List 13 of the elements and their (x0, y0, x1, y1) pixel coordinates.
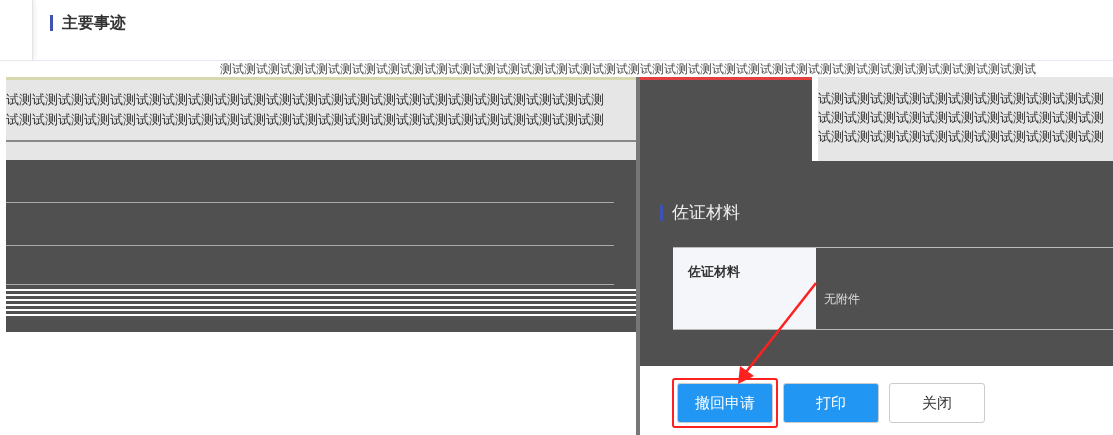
section-title: 主要事迹 (62, 12, 126, 34)
section-title: 佐证材料 (672, 201, 740, 224)
fact-text: 试测试测试测试测试测试测试测试测试测试测试测 (818, 128, 1105, 146)
action-button[interactable]: 撤回申请 (677, 383, 773, 423)
action-button[interactable]: 关闭 (889, 383, 985, 423)
fact-text: 试测试测试测试测试测试测试测试测试测试测试测 (818, 109, 1105, 127)
fact-text: 测试测试测试测试测试测试测试测试测试测试测试测试测试测试测试测试测试测试测试测试测试测试测试测试测试测试测试测试测试测试测试测试测试测试 (220, 61, 1036, 77)
fact-text: 试测试测试测试测试测试测试测试测试测试测试测 (818, 90, 1105, 108)
fact-text: 试测试测试测试测试测试测试测试测试测试测试测试测试测试测试测试测试测试测试测试测试测试测试测 (6, 91, 605, 109)
field-value: 无附件 (824, 292, 860, 306)
fact-text: 试测试测试测试测试测试测试测试测试测试测试测试测试测试测试测试测试测试测试测试测试测试测试测 (6, 111, 605, 129)
field-label: 佐证材料 (688, 264, 740, 279)
action-button[interactable]: 打印 (783, 383, 879, 423)
